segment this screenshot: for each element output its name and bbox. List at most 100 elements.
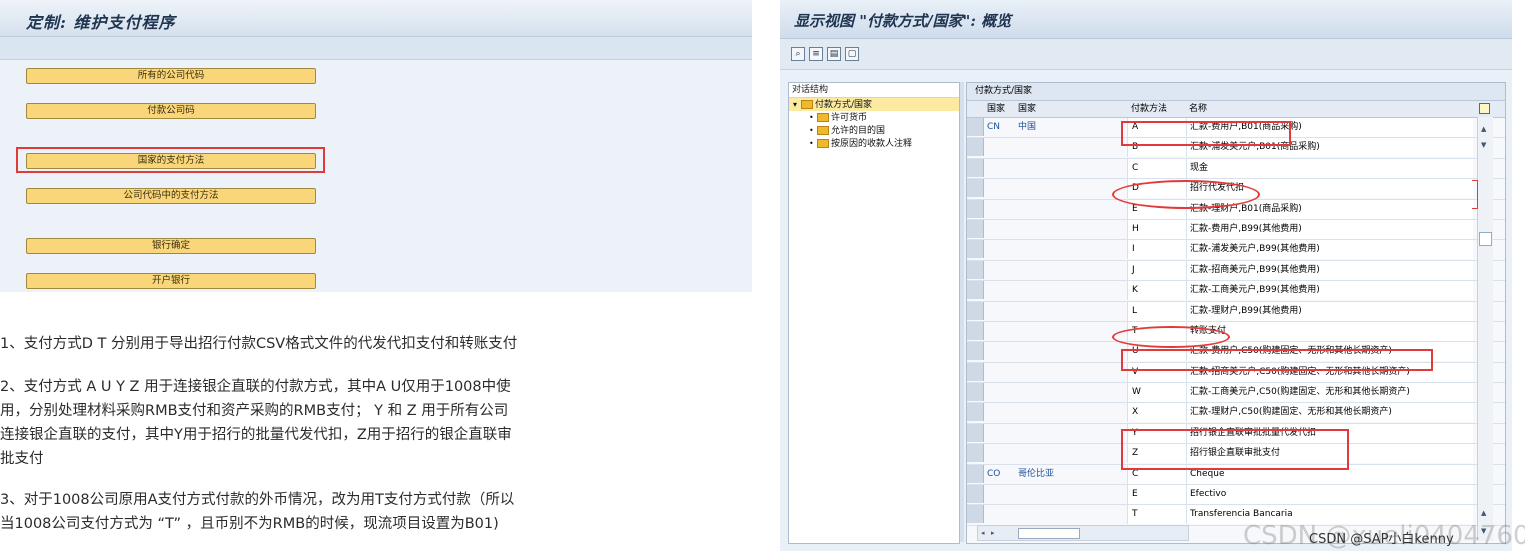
cell-method-name[interactable]: 汇款-招商美元户,B99(其他费用) bbox=[1186, 260, 1473, 280]
row-selector[interactable] bbox=[967, 464, 984, 483]
table-row[interactable]: C 现金 bbox=[967, 158, 1505, 180]
cell-payment-method[interactable]: E bbox=[1127, 485, 1186, 505]
row-selector[interactable] bbox=[967, 118, 984, 136]
tree-item-payment-methods[interactable]: ▾ 付款方式/国家 bbox=[789, 98, 959, 111]
cell-payment-method[interactable]: T bbox=[1127, 505, 1186, 525]
tree-item-payee-notes[interactable]: • 按原因的收款人注释 bbox=[789, 137, 959, 150]
cell-payment-method[interactable]: W bbox=[1127, 383, 1186, 403]
row-selector[interactable] bbox=[967, 138, 984, 157]
table-row[interactable]: W 汇款-工商美元户,C50(购建固定、无形和其他长期资产) bbox=[967, 383, 1505, 404]
cell-method-name[interactable]: Cheque bbox=[1186, 464, 1473, 484]
table-row[interactable]: V 汇款-招商美元户,C50(购建固定、无形和其他长期资产) bbox=[967, 362, 1505, 384]
tree-item-currencies[interactable]: • 许可货币 bbox=[789, 111, 959, 124]
display-icon[interactable]: ⌕ bbox=[791, 47, 805, 61]
column-header-name[interactable]: 名称 bbox=[1189, 101, 1207, 117]
expand-arrow-icon[interactable]: ▾ bbox=[793, 98, 801, 111]
cell-method-name[interactable]: 汇款-浦发美元户,B01(商品采购) bbox=[1186, 138, 1473, 158]
cell-method-name[interactable]: 招行银企直联审批批量代发代扣 bbox=[1186, 423, 1473, 443]
cell-payment-method[interactable]: D bbox=[1127, 179, 1186, 199]
scroll-left-icon[interactable]: ◂ bbox=[981, 526, 985, 540]
cell-payment-method[interactable]: T bbox=[1127, 321, 1186, 341]
column-header-country[interactable]: 国家 bbox=[987, 101, 1005, 117]
table-row[interactable]: CO 哥伦比亚 C Cheque bbox=[967, 464, 1505, 486]
table-settings-icon[interactable] bbox=[1479, 103, 1490, 114]
table-row[interactable]: CN 中国 A 汇款-费用户,B01(商品采购) bbox=[967, 118, 1505, 139]
row-selector[interactable] bbox=[967, 403, 984, 422]
cell-method-name[interactable]: 汇款-工商美元户,C50(购建固定、无形和其他长期资产) bbox=[1186, 383, 1473, 403]
row-selector[interactable] bbox=[967, 199, 984, 218]
table-row[interactable]: E Efectivo bbox=[967, 485, 1505, 506]
row-selector[interactable] bbox=[967, 260, 984, 279]
cell-method-name[interactable]: 汇款-浦发美元户,B99(其他费用) bbox=[1186, 240, 1473, 260]
bank-determination-button[interactable]: 银行确定 bbox=[26, 238, 316, 254]
cell-payment-method[interactable]: I bbox=[1127, 240, 1186, 260]
row-selector[interactable] bbox=[967, 301, 984, 320]
paying-company-code-button[interactable]: 付款公司码 bbox=[26, 103, 316, 119]
row-selector[interactable] bbox=[967, 158, 984, 177]
cell-method-name[interactable]: 汇款-理财户,B01(商品采购) bbox=[1186, 199, 1473, 219]
column-header-country-name[interactable]: 国家 bbox=[1018, 101, 1036, 117]
cell-method-name[interactable]: 汇款-费用户,C50(购建固定、无形和其他长期资产) bbox=[1186, 342, 1473, 362]
cell-method-name[interactable]: 转账支付 bbox=[1186, 321, 1473, 341]
table-row[interactable]: Z 招行银企直联审批支付 bbox=[967, 444, 1505, 465]
cell-payment-method[interactable]: Z bbox=[1127, 444, 1186, 464]
copy-icon[interactable]: ▤ bbox=[827, 47, 841, 61]
scroll-right-icon[interactable]: ▸ bbox=[991, 526, 995, 540]
cell-method-name[interactable]: Efectivo bbox=[1186, 485, 1473, 505]
splitter-handle[interactable] bbox=[960, 82, 964, 542]
cell-method-name[interactable]: 汇款-理财户,B99(其他费用) bbox=[1186, 301, 1473, 321]
row-selector[interactable] bbox=[967, 383, 984, 402]
cell-method-name[interactable]: 汇款-工商美元户,B99(其他费用) bbox=[1186, 281, 1473, 301]
row-selector[interactable] bbox=[967, 240, 984, 259]
row-selector[interactable] bbox=[967, 219, 984, 238]
scroll-up-icon[interactable]: ▲ bbox=[1481, 125, 1486, 133]
horizontal-scrollbar[interactable]: ◂ ▸ bbox=[977, 525, 1189, 541]
table-row[interactable]: U 汇款-费用户,C50(购建固定、无形和其他长期资产) bbox=[967, 342, 1505, 363]
all-company-codes-button[interactable]: 所有的公司代码 bbox=[26, 68, 316, 84]
cell-method-name[interactable]: 汇款-招商美元户,C50(购建固定、无形和其他长期资产) bbox=[1186, 362, 1473, 382]
row-selector[interactable] bbox=[967, 321, 984, 340]
cell-payment-method[interactable]: A bbox=[1127, 118, 1186, 137]
row-selector[interactable] bbox=[967, 362, 984, 381]
scroll-thumb[interactable] bbox=[1018, 528, 1080, 539]
cell-method-name[interactable]: 现金 bbox=[1186, 158, 1473, 178]
cell-method-name[interactable]: 汇款-费用户,B01(商品采购) bbox=[1186, 118, 1473, 137]
row-selector[interactable] bbox=[967, 505, 984, 524]
scroll-up-icon[interactable]: ▲ bbox=[1481, 509, 1486, 517]
cell-payment-method[interactable]: E bbox=[1127, 199, 1186, 219]
tree-item-destination-countries[interactable]: • 允许的目的国 bbox=[789, 124, 959, 137]
table-row[interactable]: D 招行代发代扣 bbox=[967, 179, 1505, 200]
cell-payment-method[interactable]: C bbox=[1127, 158, 1186, 178]
cell-method-name[interactable]: 招行代发代扣 bbox=[1186, 179, 1473, 199]
row-selector[interactable] bbox=[967, 485, 984, 504]
cell-payment-method[interactable]: C bbox=[1127, 464, 1186, 484]
cell-payment-method[interactable]: Y bbox=[1127, 423, 1186, 443]
row-selector[interactable] bbox=[967, 179, 984, 198]
new-entries-icon[interactable]: ≡ bbox=[809, 47, 823, 61]
vertical-scrollbar[interactable]: ▲ ▼ ▲ ▼ bbox=[1477, 117, 1493, 541]
table-row[interactable]: H 汇款-费用户,B99(其他费用) bbox=[967, 219, 1505, 241]
cell-payment-method[interactable]: J bbox=[1127, 260, 1186, 280]
table-row[interactable]: L 汇款-理财户,B99(其他费用) bbox=[967, 301, 1505, 322]
table-row[interactable]: E 汇款-理财户,B01(商品采购) bbox=[967, 199, 1505, 220]
cell-payment-method[interactable]: K bbox=[1127, 281, 1186, 301]
cell-method-name[interactable]: 汇款-理财户,C50(购建固定、无形和其他长期资产) bbox=[1186, 403, 1473, 423]
column-header-payment-method[interactable]: 付款方法 bbox=[1131, 101, 1167, 117]
cell-payment-method[interactable]: L bbox=[1127, 301, 1186, 321]
cell-payment-method[interactable]: U bbox=[1127, 342, 1186, 362]
scroll-thumb[interactable] bbox=[1479, 232, 1492, 246]
cell-payment-method[interactable]: H bbox=[1127, 219, 1186, 239]
cell-method-name[interactable]: 汇款-费用户,B99(其他费用) bbox=[1186, 219, 1473, 239]
cell-payment-method[interactable]: B bbox=[1127, 138, 1186, 158]
cell-payment-method[interactable]: X bbox=[1127, 403, 1186, 423]
table-row[interactable]: I 汇款-浦发美元户,B99(其他费用) bbox=[967, 240, 1505, 261]
scroll-down-icon[interactable]: ▼ bbox=[1481, 141, 1486, 149]
row-selector[interactable] bbox=[967, 444, 984, 463]
table-row[interactable]: Y 招行银企直联审批批量代发代扣 bbox=[967, 423, 1505, 445]
row-selector[interactable] bbox=[967, 423, 984, 442]
table-row[interactable]: K 汇款-工商美元户,B99(其他费用) bbox=[967, 281, 1505, 302]
table-row[interactable]: J 汇款-招商美元户,B99(其他费用) bbox=[967, 260, 1505, 282]
cell-payment-method[interactable]: V bbox=[1127, 362, 1186, 382]
table-row[interactable]: X 汇款-理财户,C50(购建固定、无形和其他长期资产) bbox=[967, 403, 1505, 424]
delete-icon[interactable]: ▢ bbox=[845, 47, 859, 61]
